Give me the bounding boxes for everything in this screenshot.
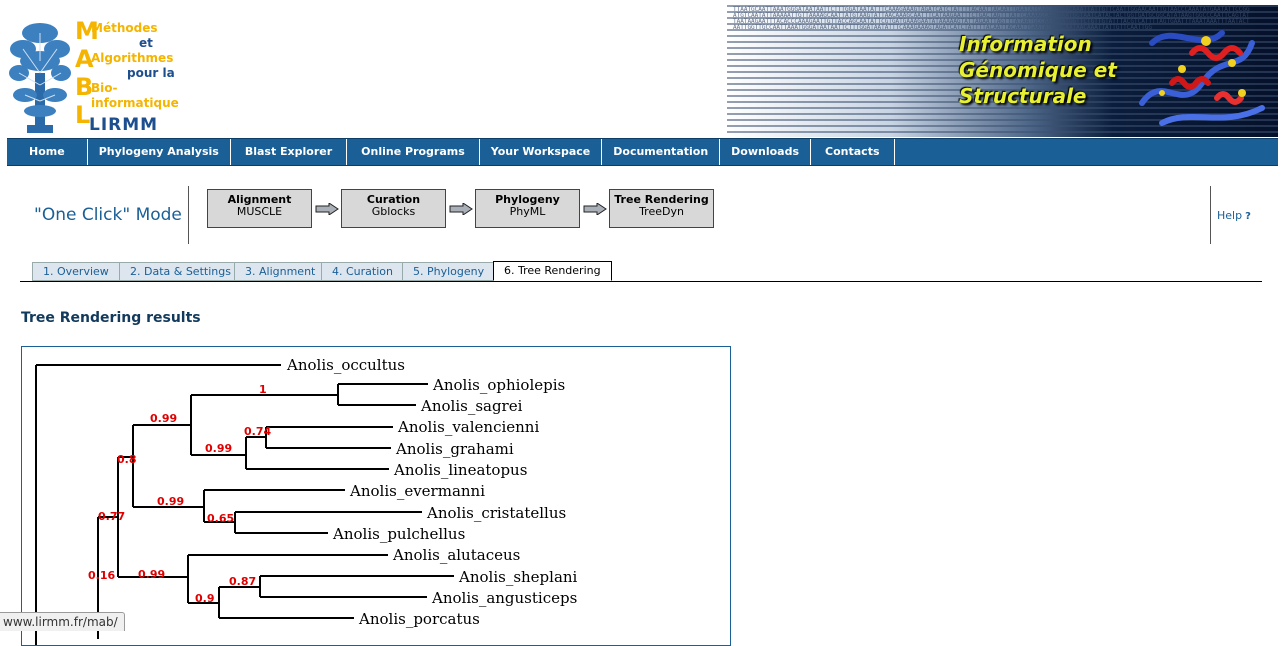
support-value: 0.99	[205, 442, 232, 455]
tree-leaf: Anolis_porcatus	[358, 610, 480, 628]
nav-online-programs[interactable]: Online Programs	[347, 139, 480, 165]
step-program: MUSCLE	[236, 205, 283, 218]
logo-letter: B	[75, 73, 94, 101]
tree-leaf: Anolis_angusticeps	[431, 589, 577, 607]
tree-leaf: Anolis_lineatopus	[393, 461, 527, 479]
nav-documentation[interactable]: Documentation	[602, 139, 721, 165]
tree-leaf: Anolis_ophiolepis	[432, 376, 565, 394]
nav-contacts[interactable]: Contacts	[811, 139, 895, 165]
tree-leaf: Anolis_cristatellus	[426, 504, 566, 522]
tree-logo-icon	[9, 23, 71, 133]
step-alignment[interactable]: Alignment MUSCLE	[207, 189, 312, 228]
tree-leaf: Anolis_pulchellus	[332, 525, 465, 543]
tab-phylogeny[interactable]: 5. Phylogeny	[402, 262, 496, 281]
support-value: 0.9	[195, 592, 215, 605]
mode-title: "One Click" Mode	[34, 205, 182, 225]
support-value: 0.65	[207, 512, 234, 525]
arrow-right-icon	[583, 203, 607, 215]
help-icon: ?	[1245, 211, 1251, 222]
help-link[interactable]: Help?	[1217, 209, 1255, 222]
banner-title-line: Structurale	[959, 84, 1087, 108]
banner-title: Information Génomique et Structurale	[959, 31, 1117, 109]
support-value: 0.74	[244, 425, 271, 438]
logo-letter: A	[75, 45, 94, 73]
tree-leaf: Anolis_occultus	[286, 356, 405, 374]
protein-structure-icon	[1139, 30, 1265, 126]
tree-leaf: Anolis_sagrei	[420, 397, 523, 415]
banner-title-line: Génomique et	[959, 58, 1117, 82]
logo-words: Méthodes et Algorithmes pour la Bio-info…	[91, 21, 197, 111]
step-phylogeny[interactable]: Phylogeny PhyML	[475, 189, 580, 228]
results-title: Tree Rendering results	[21, 310, 201, 326]
main-nav: Home Phylogeny Analysis Blast Explorer O…	[7, 138, 1278, 166]
tree-leaf: Anolis_alutaceus	[392, 546, 520, 564]
site-header: M A B L Méthodes et Algorithmes pour la …	[5, 5, 1278, 137]
step-tree-rendering[interactable]: Tree Rendering TreeDyn	[609, 189, 714, 228]
support-value: 0.87	[229, 575, 256, 588]
nav-phylogeny-analysis[interactable]: Phylogeny Analysis	[88, 139, 231, 165]
nav-your-workspace[interactable]: Your Workspace	[480, 139, 603, 165]
logo-word: et	[139, 36, 153, 50]
logo-letters: M A B L	[75, 17, 99, 129]
banner-title-line: Information	[959, 32, 1092, 56]
help-label: Help	[1217, 209, 1243, 222]
tree-branches	[35, 364, 454, 645]
support-value: 0.16	[88, 569, 115, 582]
logo-word: Algorithmes	[91, 51, 174, 65]
logo-word: Méthodes	[91, 21, 158, 35]
divider	[188, 186, 189, 244]
logo-word: Bio-informatique	[91, 81, 179, 110]
support-value: 0.8	[117, 453, 137, 466]
tree-leaf: Anolis_valencienni	[397, 418, 539, 436]
nav-blast-explorer[interactable]: Blast Explorer	[231, 139, 348, 165]
tab-curation[interactable]: 4. Curation	[321, 262, 404, 281]
tree-leaf: Anolis_sheplani	[458, 568, 578, 586]
tab-data-settings[interactable]: 2. Data & Settings	[119, 262, 242, 281]
support-value: 0.77	[98, 510, 125, 523]
logo-letter: M	[75, 17, 99, 45]
arrow-right-icon	[449, 203, 473, 215]
support-value: 0.99	[157, 495, 184, 508]
tab-alignment[interactable]: 3. Alignment	[234, 262, 327, 281]
workflow-tabs: 1. Overview 2. Data & Settings 3. Alignm…	[20, 261, 1262, 282]
banner-image: TTAATGCAATTAAATGGGATAATAATTCTTTGGATAATAT…	[727, 5, 1278, 137]
status-bar-url: www.lirmm.fr/mab/	[0, 612, 125, 631]
arrow-right-icon	[315, 203, 339, 215]
support-value: 0.99	[150, 412, 177, 425]
mab-logo[interactable]: M A B L Méthodes et Algorithmes pour la …	[7, 11, 197, 135]
logo-org: LIRMM	[89, 115, 159, 135]
logo-word: pour la	[127, 66, 175, 80]
step-program: TreeDyn	[639, 205, 684, 218]
step-program: Gblocks	[371, 205, 416, 218]
tab-overview[interactable]: 1. Overview	[32, 262, 120, 281]
tab-tree-rendering[interactable]: 6. Tree Rendering	[493, 261, 612, 281]
tree-leaf: Anolis_grahami	[395, 440, 514, 458]
step-program: PhyML	[509, 205, 546, 218]
phylogenetic-tree: Anolis_occultus Anolis_ophiolepis Anolis…	[35, 356, 578, 645]
step-curation[interactable]: Curation Gblocks	[341, 189, 446, 228]
tree-leaf: Anolis_evermanni	[349, 482, 485, 500]
nav-downloads[interactable]: Downloads	[720, 139, 812, 165]
nav-home[interactable]: Home	[7, 139, 88, 165]
logo-letter: L	[75, 101, 91, 129]
tree-rendering-panel: Anolis_occultus Anolis_ophiolepis Anolis…	[21, 346, 731, 646]
divider	[1210, 186, 1211, 244]
support-value: 0.99	[138, 568, 165, 581]
support-value: 1	[259, 383, 267, 396]
